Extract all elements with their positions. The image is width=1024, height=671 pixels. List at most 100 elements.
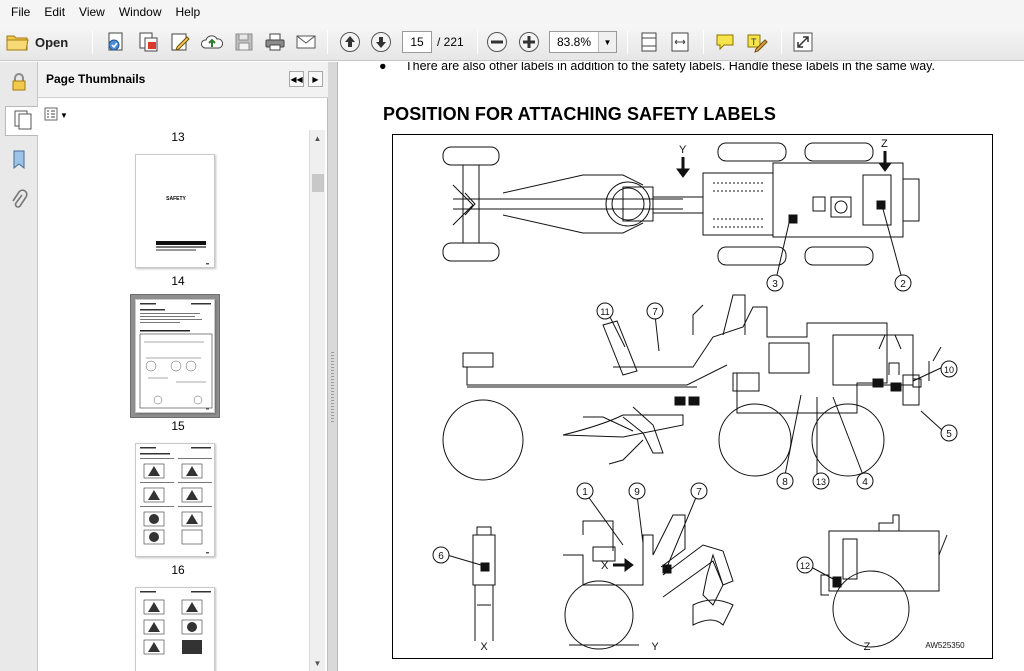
view-x-detail <box>472 526 496 641</box>
save-button[interactable] <box>231 30 257 54</box>
figure-drawing: Y Z 3 2 11 7 10 5 8 13 4 6 X X 1 9 7 Y 1… <box>432 138 965 653</box>
chevron-down-icon[interactable]: ▼ <box>598 32 616 52</box>
thumbnail-page-15[interactable] <box>135 299 215 413</box>
label-number-3: 3 <box>772 279 778 290</box>
top-view-grader <box>442 142 920 266</box>
arrow-up-circle-icon <box>339 31 361 53</box>
lock-icon <box>10 72 28 95</box>
speech-bubble-icon <box>714 32 736 52</box>
toolbar-separator <box>327 30 328 54</box>
comment-button[interactable] <box>712 30 738 54</box>
thumbnail-list: 13 SAFETY 14 15 16 <box>46 130 310 671</box>
envelope-icon <box>295 33 317 51</box>
page-thumbnails-button[interactable] <box>5 106 39 136</box>
panel-next-button[interactable]: ▶ <box>308 71 323 87</box>
edit-button[interactable] <box>167 30 193 54</box>
attachments-button[interactable] <box>5 186 33 216</box>
pages-icon <box>13 109 33 134</box>
bookmark-icon <box>11 149 27 174</box>
collapse-panel-button[interactable]: ◀◀ <box>289 71 304 87</box>
thumbnail-14-content: SAFETY <box>156 196 209 265</box>
view-caption-z: Z <box>864 641 871 653</box>
label-number-4: 4 <box>862 477 868 488</box>
label-number-10: 10 <box>944 365 954 375</box>
arrow-down-circle-icon <box>370 31 392 53</box>
fit-page-icon <box>639 31 659 53</box>
menu-view[interactable]: View <box>72 0 112 24</box>
panel-header: Page Thumbnails ◀◀ ▶ <box>38 62 328 98</box>
fit-width-button[interactable] <box>668 30 692 54</box>
email-button[interactable] <box>293 30 319 54</box>
thumbnail-scrollbar[interactable]: ▲ ▼ <box>309 130 325 671</box>
view-marker-y: Y <box>679 144 687 156</box>
label-number-5: 5 <box>946 429 952 440</box>
combine-button[interactable] <box>135 30 161 54</box>
menu-window[interactable]: Window <box>112 0 169 24</box>
view-caption-x: X <box>480 641 488 653</box>
thumbnail-options-button[interactable]: ▼ <box>44 106 68 124</box>
security-button[interactable] <box>5 68 33 98</box>
previous-page-button[interactable] <box>338 30 362 54</box>
highlight-button[interactable]: T <box>744 30 770 54</box>
label-number-1: 1 <box>582 487 588 498</box>
toolbar-separator <box>627 30 628 54</box>
scroll-up-icon[interactable]: ▲ <box>310 130 325 146</box>
paperclip-icon <box>10 188 28 214</box>
menu-bar: File Edit View Window Help <box>0 0 1024 24</box>
label-number-7: 7 <box>652 307 658 318</box>
thumbnail-page-number: 14 <box>171 274 185 288</box>
label-number-13: 13 <box>816 477 826 487</box>
thumbnail-page-14[interactable]: SAFETY <box>135 154 215 268</box>
figure-code: AW525350 <box>925 641 965 650</box>
open-button[interactable]: Open <box>6 30 68 54</box>
bookmarks-button[interactable] <box>5 146 33 176</box>
upload-button[interactable] <box>199 30 225 54</box>
toolbar-separator <box>92 30 93 54</box>
thumbnail-page-16[interactable] <box>135 443 215 557</box>
safety-label-figure: Y Z 3 2 11 7 10 5 8 13 4 6 X X 1 9 7 Y 1… <box>392 134 993 659</box>
printer-icon <box>264 32 286 52</box>
zoom-select[interactable]: 83.8% ▼ <box>549 31 617 53</box>
side-view-grader <box>442 294 942 481</box>
create-pdf-button[interactable] <box>103 30 129 54</box>
floppy-disk-icon <box>234 32 254 52</box>
page-number-input[interactable]: 15 <box>402 31 432 53</box>
navigation-rail <box>0 62 39 671</box>
svg-text:T: T <box>751 37 757 47</box>
bullet-text: There are also other labels in addition … <box>405 62 935 73</box>
minus-circle-icon <box>486 31 508 53</box>
folder-icon <box>6 32 30 52</box>
view-marker-z: Z <box>881 138 888 150</box>
zoom-out-button[interactable] <box>485 30 509 54</box>
thumbnail-page-17[interactable] <box>135 587 215 671</box>
label-number-7-detail: 7 <box>696 487 702 498</box>
label-number-8: 8 <box>782 477 788 488</box>
document-view: ● There are also other labels in additio… <box>339 62 1024 671</box>
fit-page-button[interactable] <box>637 30 661 54</box>
menu-help[interactable]: Help <box>169 0 208 24</box>
label-number-9: 9 <box>634 487 640 498</box>
plus-circle-icon <box>518 31 540 53</box>
next-page-button[interactable] <box>369 30 393 54</box>
splitter-grip[interactable] <box>331 352 334 422</box>
zoom-value: 83.8% <box>556 35 592 49</box>
bullet-icon: ● <box>379 62 387 73</box>
toolbar-separator <box>703 30 704 54</box>
menu-file[interactable]: File <box>4 0 37 24</box>
toolbar: Open 15 / 221 83.8% ▼ T <box>0 24 1024 61</box>
expand-button[interactable] <box>790 30 816 54</box>
expand-arrows-icon <box>792 31 814 53</box>
view-y-detail <box>563 514 734 650</box>
cloud-upload-icon <box>200 32 224 52</box>
zoom-in-button[interactable] <box>517 30 541 54</box>
panel-splitter[interactable] <box>328 62 338 671</box>
combine-files-icon <box>137 31 159 53</box>
print-button[interactable] <box>262 30 288 54</box>
panel-title: Page Thumbnails <box>46 72 146 86</box>
scrollbar-thumb[interactable] <box>312 174 324 192</box>
menu-edit[interactable]: Edit <box>37 0 72 24</box>
view-z-detail <box>820 514 948 648</box>
scroll-down-icon[interactable]: ▼ <box>310 655 325 671</box>
label-number-12: 12 <box>800 561 810 571</box>
highlighter-pen-icon: T <box>746 31 768 53</box>
